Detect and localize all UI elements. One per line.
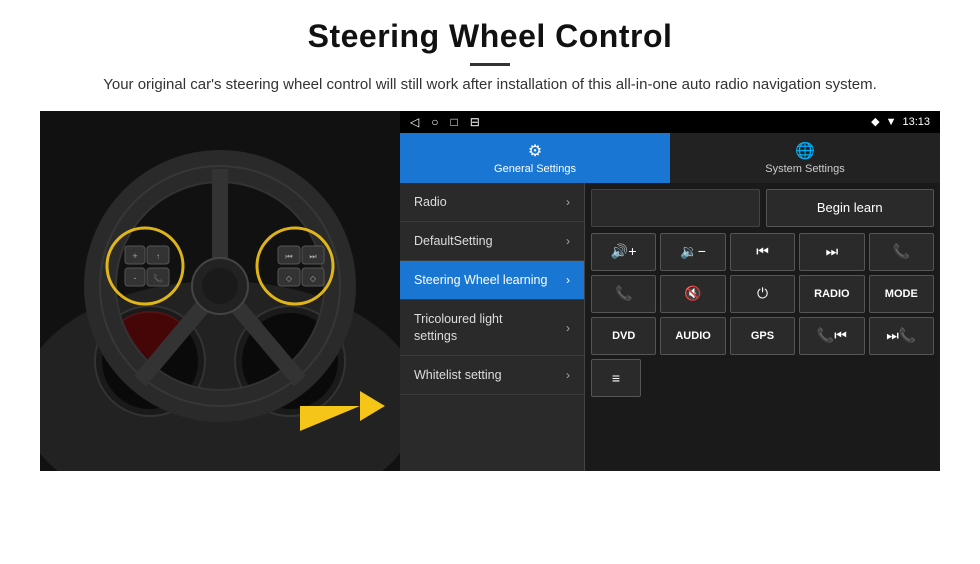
home-icon[interactable]: ○ — [431, 115, 438, 129]
menu-item-tricolour-label: Tricoloured lightsettings — [414, 311, 502, 344]
dvd-label: DVD — [612, 330, 635, 342]
prev-track-button[interactable]: ⏮ — [730, 233, 795, 271]
svg-text:⏮: ⏮ — [285, 252, 292, 261]
audio-button[interactable]: AUDIO — [660, 317, 725, 355]
phone-prev-button[interactable]: 📞⏮ — [799, 317, 864, 355]
answer-icon: 📞 — [615, 285, 632, 302]
status-nav-icons: ◁ ○ □ ⊟ — [410, 115, 480, 129]
list-button[interactable]: ≡ — [591, 359, 641, 397]
control-row-4: ≡ — [591, 359, 934, 397]
mute-button[interactable]: 🔇 — [660, 275, 725, 313]
page-subtitle: Your original car's steering wheel contr… — [40, 74, 940, 97]
left-menu: Radio › DefaultSetting › Steering Wheel … — [400, 183, 585, 471]
recent-icon[interactable]: □ — [450, 115, 457, 129]
next-track-button[interactable]: ⏭ — [799, 233, 864, 271]
menu-item-whitelist-label: Whitelist setting — [414, 367, 502, 383]
main-panel: Radio › DefaultSetting › Steering Wheel … — [400, 183, 940, 471]
wifi-icon: ▼ — [886, 116, 897, 128]
title-divider — [470, 63, 510, 66]
android-ui: ◁ ○ □ ⊟ ◆ ▼ 13:13 ⚙ General Settings — [400, 111, 940, 471]
vol-up-button[interactable]: 🔊+ — [591, 233, 656, 271]
control-row-3: DVD AUDIO GPS 📞⏮ ⏭📞 — [591, 317, 934, 355]
location-icon: ◆ — [871, 115, 879, 128]
svg-text:📞: 📞 — [153, 273, 163, 283]
dvd-button[interactable]: DVD — [591, 317, 656, 355]
menu-item-tricolour[interactable]: Tricoloured lightsettings › — [400, 300, 584, 356]
phone-next-icon: ⏭📞 — [886, 327, 916, 344]
radio-label: RADIO — [814, 288, 849, 300]
status-right-icons: ◆ ▼ 13:13 — [871, 115, 930, 128]
list-icon: ≡ — [612, 370, 620, 386]
right-panel: Begin learn 🔊+ 🔉− ⏮ — [585, 183, 940, 471]
power-button[interactable]: ⏻ — [730, 275, 795, 313]
tab-system-label: System Settings — [765, 163, 844, 175]
menu-icon[interactable]: ⊟ — [470, 115, 480, 129]
content-area: km/h rpm — [40, 111, 940, 471]
audio-label: AUDIO — [675, 330, 710, 342]
gps-label: GPS — [751, 330, 774, 342]
menu-item-steering[interactable]: Steering Wheel learning › — [400, 261, 584, 300]
gps-button[interactable]: GPS — [730, 317, 795, 355]
tab-system-settings[interactable]: 🌐 System Settings — [670, 133, 940, 183]
control-row-2: 📞 🔇 ⏻ RADIO MODE — [591, 275, 934, 313]
tab-general-label: General Settings — [494, 163, 576, 175]
menu-item-steering-label: Steering Wheel learning — [414, 272, 547, 288]
general-settings-icon: ⚙ — [528, 141, 542, 161]
page-title: Steering Wheel Control — [40, 18, 940, 55]
title-section: Steering Wheel Control Your original car… — [40, 18, 940, 97]
top-row: Begin learn — [591, 189, 934, 227]
tab-general-settings[interactable]: ⚙ General Settings — [400, 133, 670, 183]
steering-wheel-svg: km/h rpm — [40, 111, 400, 471]
begin-learn-button[interactable]: Begin learn — [766, 189, 935, 227]
menu-item-default-label: DefaultSetting — [414, 233, 493, 249]
chevron-icon-whitelist: › — [566, 368, 570, 382]
status-bar: ◁ ○ □ ⊟ ◆ ▼ 13:13 — [400, 111, 940, 133]
control-row-1: 🔊+ 🔉− ⏮ ⏭ 📞 — [591, 233, 934, 271]
mute-icon: 🔇 — [684, 285, 701, 302]
chevron-icon-radio: › — [566, 195, 570, 209]
svg-text:⏭: ⏭ — [309, 252, 316, 261]
vol-down-button[interactable]: 🔉− — [660, 233, 725, 271]
mode-label: MODE — [885, 288, 918, 300]
phone-icon: 📞 — [893, 243, 910, 260]
menu-item-radio-label: Radio — [414, 194, 447, 210]
vol-up-icon: 🔊+ — [611, 243, 637, 260]
back-icon[interactable]: ◁ — [410, 115, 419, 129]
vol-down-icon: 🔉− — [680, 243, 706, 260]
clock: 13:13 — [902, 116, 930, 128]
tab-bar: ⚙ General Settings 🌐 System Settings — [400, 133, 940, 183]
power-icon: ⏻ — [757, 285, 768, 302]
menu-item-radio[interactable]: Radio › — [400, 183, 584, 222]
svg-text:+: + — [132, 251, 137, 261]
prev-track-icon: ⏮ — [756, 243, 769, 260]
svg-text:↑: ↑ — [156, 252, 160, 261]
chevron-icon-steering: › — [566, 273, 570, 287]
chevron-icon-tricolour: › — [566, 321, 570, 335]
radio-button[interactable]: RADIO — [799, 275, 864, 313]
phone-prev-icon: 📞⏮ — [817, 327, 847, 344]
svg-text:◇: ◇ — [286, 274, 293, 283]
menu-item-whitelist[interactable]: Whitelist setting › — [400, 356, 584, 395]
chevron-icon-default: › — [566, 234, 570, 248]
menu-item-default[interactable]: DefaultSetting › — [400, 222, 584, 261]
next-track-icon: ⏭ — [826, 243, 839, 260]
svg-text:-: - — [134, 273, 137, 283]
mode-button[interactable]: MODE — [869, 275, 934, 313]
empty-slot — [591, 189, 760, 227]
phone-next-button[interactable]: ⏭📞 — [869, 317, 934, 355]
system-settings-icon: 🌐 — [795, 141, 815, 161]
page-wrapper: Steering Wheel Control Your original car… — [0, 0, 980, 471]
svg-text:◇: ◇ — [310, 274, 317, 283]
phone-button[interactable]: 📞 — [869, 233, 934, 271]
steering-wheel-photo: km/h rpm — [40, 111, 400, 471]
answer-call-button[interactable]: 📞 — [591, 275, 656, 313]
